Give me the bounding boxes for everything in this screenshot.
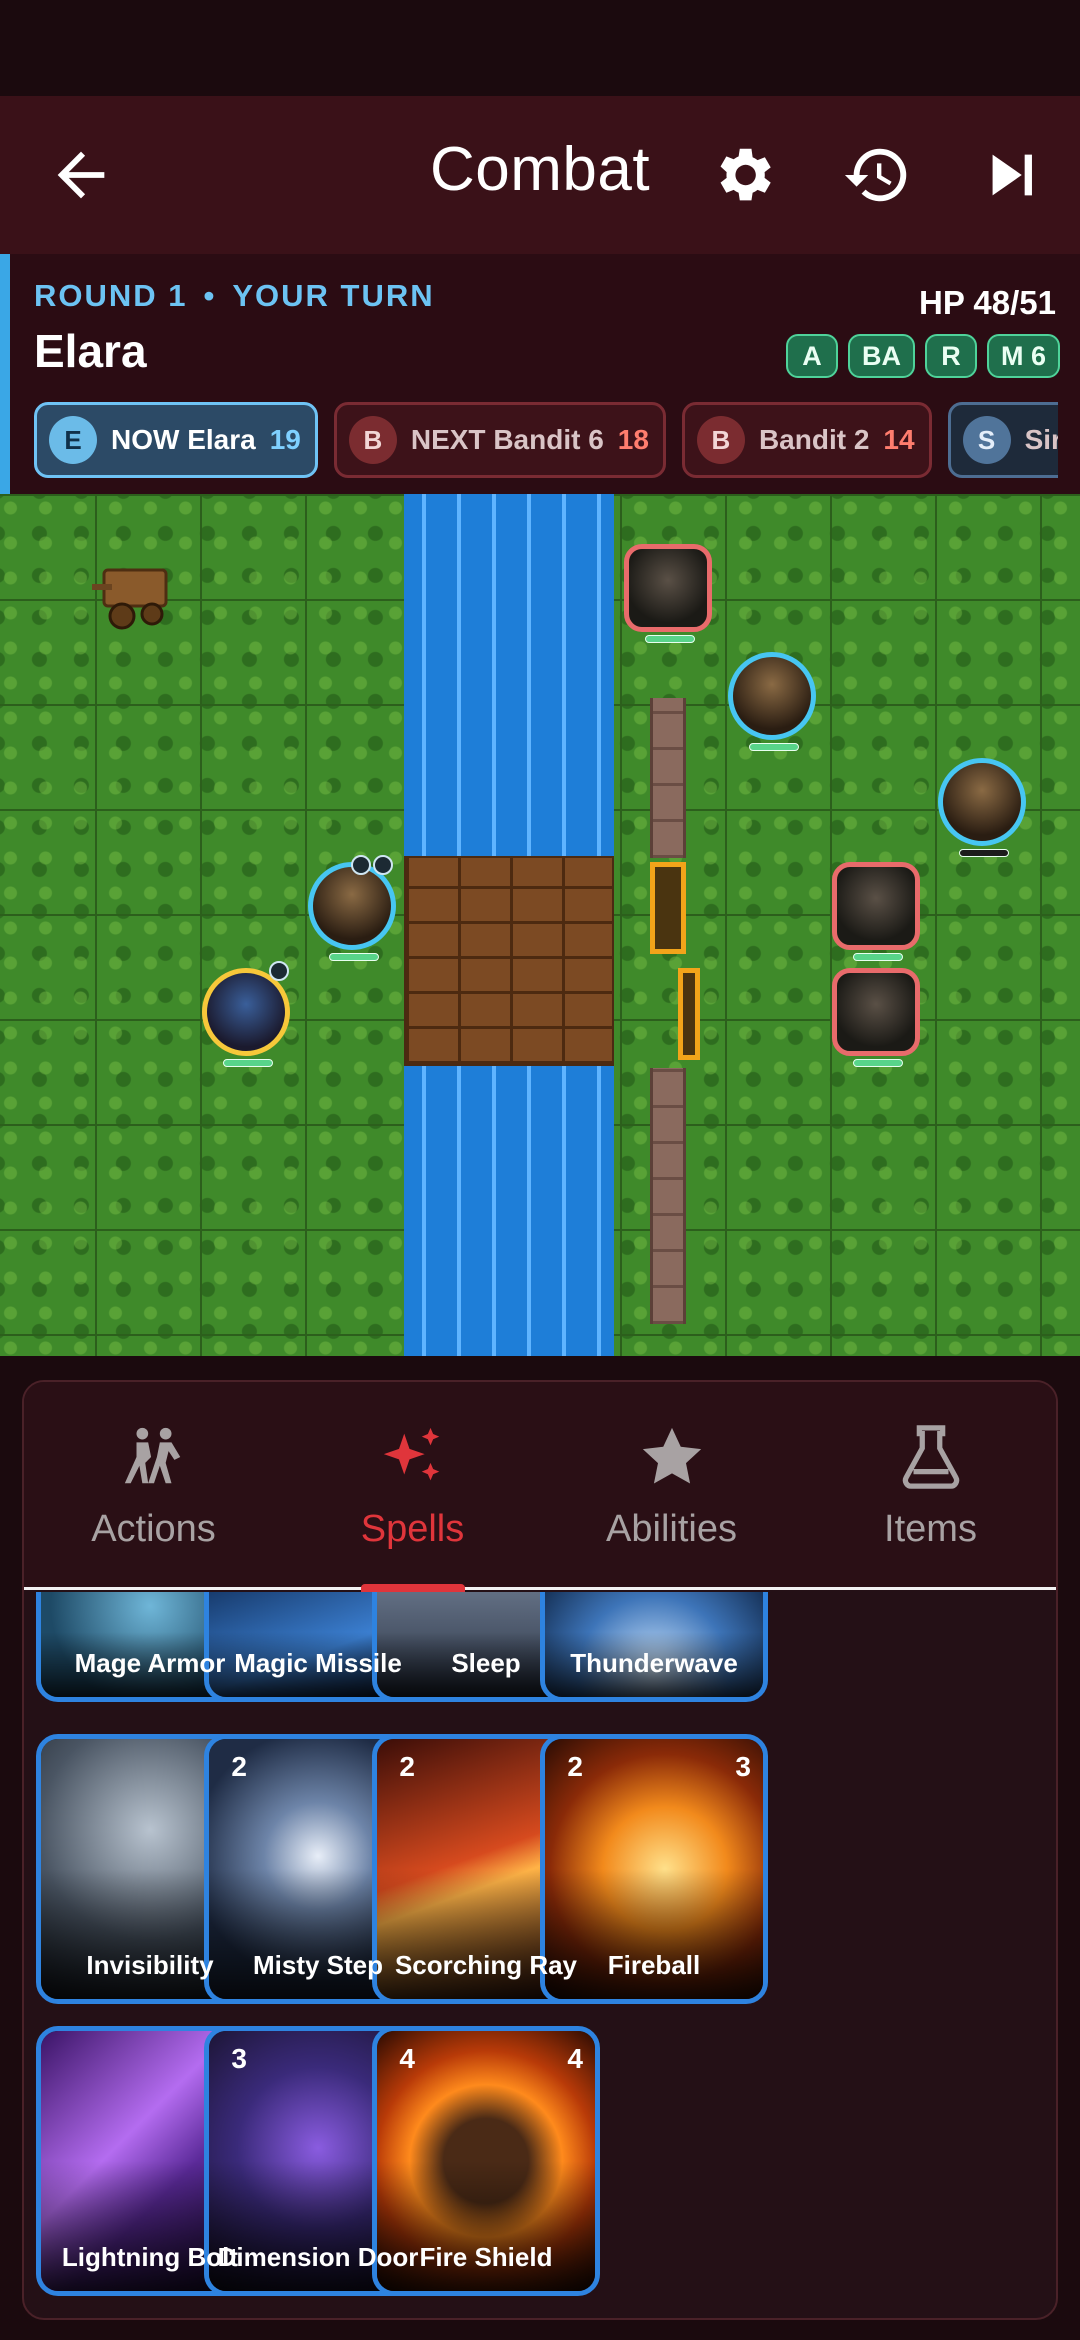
spell-level: 2 [567,1751,583,1782]
initiative-tracker[interactable]: E NOW Elara 19 B NEXT Bandit 6 18 B Band… [34,402,1058,480]
action-tabs: Actions Spells Abilities Items [24,1382,1056,1592]
gear-icon[interactable] [708,140,778,210]
initiative-label: Bandit 2 [758,424,870,455]
spell-art [545,1592,763,1697]
enemy-token[interactable] [832,862,920,961]
avatar: E [49,416,97,464]
river-tile [404,1066,614,1356]
enemy-token[interactable] [624,544,712,643]
turn-accent-bar [0,254,10,494]
tab-spells[interactable]: Spells [283,1382,542,1592]
cart-icon[interactable] [92,554,182,640]
hp-bar [645,635,695,643]
hp-bar [329,953,379,961]
history-icon[interactable] [842,140,912,210]
skip-turn-icon[interactable] [978,140,1048,210]
wooden-bridge [404,856,614,1066]
initiative-value: 19 [269,424,301,455]
separator-dot: • [203,278,217,313]
spell-grid[interactable]: Mage Armor Magic Missile Sleep Thunderwa… [24,1592,1056,2318]
action-panel: Actions Spells Abilities Items Mage Armo… [22,1380,1058,2320]
initiative-label: NEXT Bandit 6 [410,424,604,455]
page-title: Combat [430,135,651,204]
gate-door[interactable] [650,862,686,954]
movement-badge: M 6 [986,334,1060,378]
reaction-badge: R [924,334,977,378]
spell-level: 2 [231,1751,247,1782]
gate-door[interactable] [678,968,700,1060]
spell-level: 3 [735,1751,751,1782]
turn-header: ROUND 1 • YOUR TURN Elara HP 48/51 A BA R … [0,254,1080,494]
tab-label: Abilities [606,1508,737,1550]
enemy-token[interactable] [832,968,920,1067]
hp-bar [749,743,799,751]
active-character-name: Elara [34,325,147,377]
action-economy-badges: A BA R M 6 [785,334,1060,378]
initiative-chip[interactable]: B NEXT Bandit 6 18 [333,402,666,478]
tab-label: Items [884,1508,977,1550]
tab-actions[interactable]: Actions [24,1382,283,1590]
ally-token[interactable] [308,855,396,961]
spell-level: 4 [567,2043,583,2074]
active-tab-indicator [360,1584,465,1592]
hp-bar [853,953,903,961]
hp-bar [223,1059,273,1067]
status-bar [0,0,1080,96]
spell-name: Fireball [607,1950,701,1980]
condition-icon [269,961,289,981]
tab-label: Actions [91,1508,216,1550]
fence-segment [650,1068,686,1324]
initiative-label: NOW Elara [111,424,256,455]
avatar: B [696,416,745,464]
round-status: ROUND 1 • YOUR TURN [34,278,435,314]
spell-card[interactable]: Thunderwave [540,1592,768,1702]
spell-name: Thunderwave [570,1648,738,1678]
star-icon [642,1427,701,1484]
hp-readout: HP 48/51 [919,284,1056,321]
bonus-action-badge: BA [847,334,915,378]
initiative-label: Sir G [1024,424,1058,455]
ally-token[interactable] [728,652,816,751]
initiative-chip[interactable]: B Bandit 2 14 [681,402,932,478]
condition-icon [351,855,371,875]
spell-level: 3 [231,2043,247,2074]
initiative-value: 18 [617,424,649,455]
fence-segment [650,698,686,858]
player-token[interactable] [202,961,290,1067]
tab-items[interactable]: Items [801,1382,1056,1590]
battle-map[interactable] [0,494,1080,1356]
action-badge: A [785,334,838,378]
flask-icon [902,1425,959,1489]
condition-icon [373,855,393,875]
tab-label: Spells [360,1508,465,1550]
initiative-value: 14 [883,424,915,455]
hp-bar [853,1059,903,1067]
spell-level: 2 [399,1751,415,1782]
tab-abilities[interactable]: Abilities [542,1382,801,1590]
back-arrow-icon[interactable] [46,140,116,210]
avatar: S [962,416,1011,464]
initiative-chip[interactable]: S Sir G [947,402,1058,478]
spell-level: 4 [399,2043,415,2074]
sparkles-icon [383,1427,439,1481]
turn-label: YOUR TURN [232,278,435,313]
river-tile [404,494,614,856]
ally-token[interactable] [938,758,1026,857]
app-bar: Combat [0,96,1080,254]
avatar: B [348,416,397,464]
hp-bar [959,849,1009,857]
initiative-chip[interactable]: E NOW Elara 19 [34,402,318,478]
actions-icon [124,1427,180,1484]
spell-name: Fire Shield [419,2242,553,2272]
round-label: ROUND 1 [34,278,188,313]
